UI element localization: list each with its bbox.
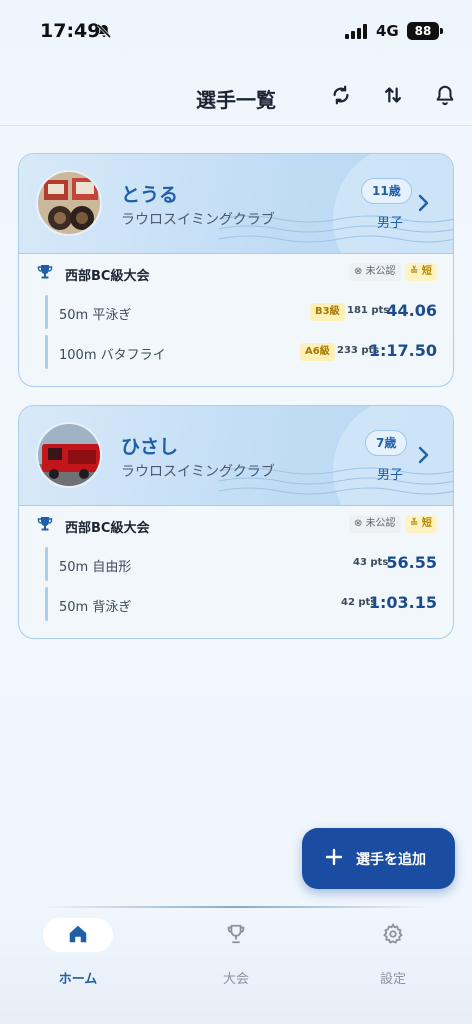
course-label: 短: [421, 518, 432, 529]
battery-tip: [440, 28, 443, 34]
app-header: 選手一覧: [0, 62, 472, 126]
short-course-badge: ≚ 短: [405, 263, 437, 281]
status-bar: 17:49 4G 88: [0, 0, 472, 62]
network-type: 4G: [376, 22, 399, 40]
gear-icon: [382, 923, 404, 949]
chevron-right-icon[interactable]: [417, 194, 431, 216]
add-swimmer-label: 選手を追加: [356, 852, 426, 868]
nav-label-meets: 大会: [222, 972, 249, 987]
battery-icon: 88: [407, 22, 439, 40]
bell-off-icon: [96, 23, 112, 43]
event-name: 50m 背泳ぎ: [59, 600, 132, 615]
club-name: ラウロスイミングクラブ: [121, 212, 275, 228]
swimmer-card-header[interactable]: ひさし ラウロスイミングクラブ 7歳 男子: [19, 406, 453, 506]
nav-item-settings[interactable]: 設定: [343, 918, 443, 988]
swim-time: 56.55: [386, 553, 437, 572]
event-name: 100m バタフライ: [59, 348, 166, 363]
avatar: [36, 422, 102, 488]
points: 43 pts: [353, 557, 389, 568]
event-row: 50m 自由形 43 pts 56.55: [19, 544, 453, 584]
notification-bell-icon[interactable]: [432, 82, 458, 108]
event-bar: [45, 587, 48, 621]
age-badge: 11歳: [361, 178, 412, 204]
avatar: [36, 170, 102, 236]
event-name: 50m 平泳ぎ: [59, 308, 132, 323]
club-name: ラウロスイミングクラブ: [121, 464, 275, 480]
points: 181 pts: [347, 305, 390, 316]
bottom-nav: ホーム 大会 設定: [0, 910, 472, 1024]
swimmer-name: ひさし: [121, 436, 179, 458]
home-icon: [67, 923, 89, 949]
event-bar: [45, 335, 48, 369]
event-bar: [45, 295, 48, 329]
add-swimmer-button[interactable]: 選手を追加: [302, 828, 455, 889]
swim-time: 1:03.15: [368, 593, 437, 612]
trophy-icon: [225, 923, 247, 949]
nav-label-settings: 設定: [379, 972, 406, 987]
gender-label: 男子: [377, 216, 404, 231]
meet-row: 西部BC級大会 ⊗ 未公認 ≚ 短: [19, 254, 453, 292]
unofficial-label: 未公認: [365, 518, 396, 529]
event-row: 100m バタフライ A6級 233 pts 1:17.50: [19, 332, 453, 372]
unofficial-badge: ⊗ 未公認: [349, 263, 401, 281]
course-label: 短: [421, 266, 432, 277]
trophy-icon: [37, 516, 53, 536]
unofficial-badge: ⊗ 未公認: [349, 515, 401, 533]
chevron-right-icon[interactable]: [417, 446, 431, 468]
swimmer-card[interactable]: ひさし ラウロスイミングクラブ 7歳 男子 西部BC級大会 ⊗ 未公認 ≚ 短 …: [18, 405, 454, 639]
sort-icon[interactable]: [380, 82, 406, 108]
short-course-badge: ≚ 短: [405, 515, 437, 533]
age-badge: 7歳: [365, 430, 408, 456]
nav-item-home[interactable]: ホーム: [28, 918, 128, 988]
swim-time: 1:17.50: [368, 341, 437, 360]
plus-icon: [324, 847, 344, 871]
swimmer-name: とうる: [121, 184, 179, 206]
nav-divider: [42, 906, 430, 908]
unofficial-label: 未公認: [365, 266, 396, 277]
sync-icon[interactable]: [328, 82, 354, 108]
swimmer-card-header[interactable]: とうる ラウロスイミングクラブ 11歳 男子: [19, 154, 453, 254]
event-bar: [45, 547, 48, 581]
signal-icon: [345, 24, 367, 39]
status-time: 17:49: [40, 20, 101, 42]
event-row: 50m 背泳ぎ 42 pts 1:03.15: [19, 584, 453, 624]
grade-badge: A6級: [300, 343, 335, 361]
gender-label: 男子: [377, 468, 404, 483]
trophy-icon: [37, 264, 53, 284]
meet-row: 西部BC級大会 ⊗ 未公認 ≚ 短: [19, 506, 453, 544]
swim-time: 44.06: [386, 301, 437, 320]
nav-label-home: ホーム: [58, 972, 98, 987]
grade-badge: B3級: [310, 303, 345, 321]
event-row: 50m 平泳ぎ B3級 181 pts 44.06: [19, 292, 453, 332]
meet-name: 西部BC級大会: [65, 269, 150, 284]
nav-item-meets[interactable]: 大会: [186, 918, 286, 988]
swimmer-card[interactable]: とうる ラウロスイミングクラブ 11歳 男子 西部BC級大会 ⊗ 未公認 ≚ 短…: [18, 153, 454, 387]
event-name: 50m 自由形: [59, 560, 132, 575]
meet-name: 西部BC級大会: [65, 521, 150, 536]
